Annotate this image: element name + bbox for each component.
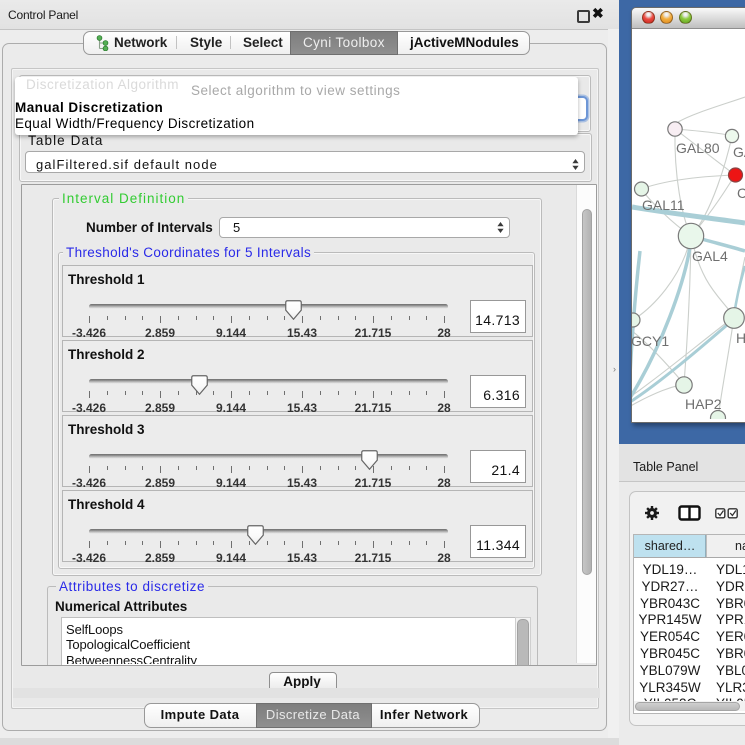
svg-text:GA: GA [733, 144, 745, 160]
svg-text:GAL80: GAL80 [676, 140, 720, 156]
svg-text:HAP2: HAP2 [685, 396, 722, 412]
svg-text:GAL4: GAL4 [692, 248, 728, 264]
svg-text:H: H [736, 330, 745, 346]
svg-text:GAL11: GAL11 [642, 197, 685, 213]
svg-text:C: C [737, 185, 745, 201]
svg-text:GCY1: GCY1 [632, 333, 669, 349]
